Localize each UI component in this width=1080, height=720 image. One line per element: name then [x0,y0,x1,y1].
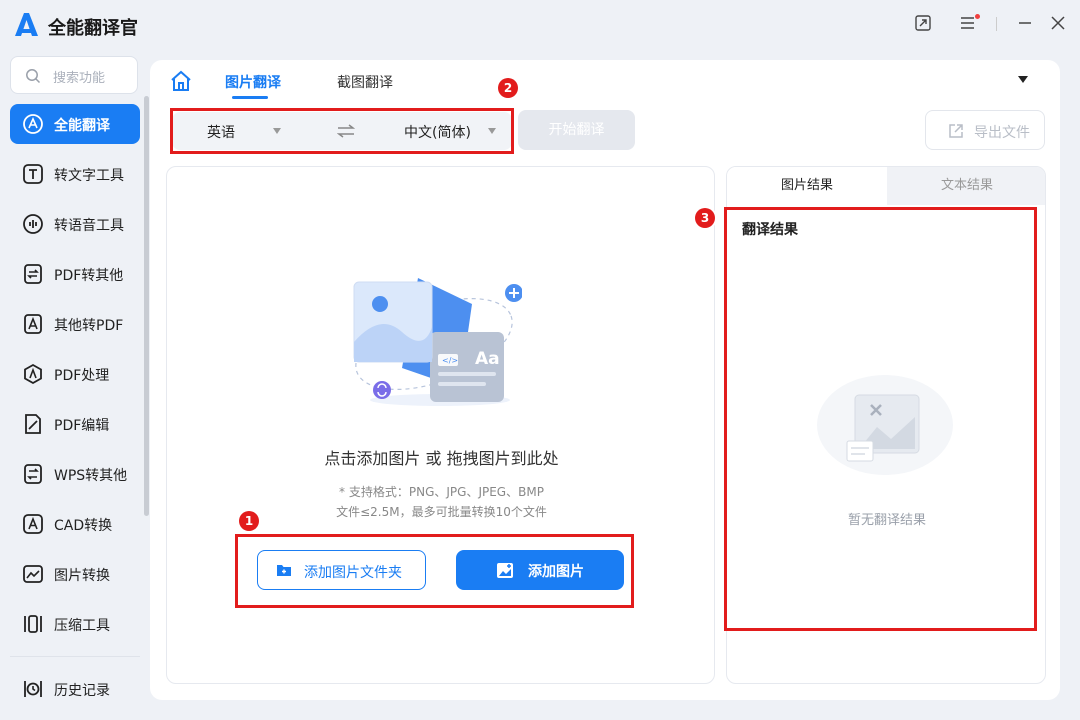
export-label: 导出文件 [974,125,1030,141]
text-icon [23,164,43,184]
sidebar-divider [10,656,140,657]
sidebar-item-pdf-process[interactable]: PDF处理 [10,354,140,394]
sidebar-item-label: 图片转换 [54,568,110,584]
cad-icon [23,514,43,534]
export-icon [949,124,963,138]
title-bar: 全能翻译官 [0,0,1080,52]
close-button[interactable] [1048,14,1068,34]
sidebar-item-label: 转文字工具 [54,168,124,184]
illustration-text: Aa [475,349,500,369]
supported-formats: * 支持格式：PNG、JPG、JPEG、BMP [339,485,544,499]
sidebar-item-other-to-pdf[interactable]: 其他转PDF [10,304,140,344]
tab-image-result[interactable]: 图片结果 [727,167,887,205]
upload-illustration-icon: </> Aa [353,278,522,406]
sidebar-item-translate[interactable]: 全能翻译 [10,104,140,144]
annotation-badge-1: 1 [239,511,259,531]
sidebar-item-pdf-edit[interactable]: PDF编辑 [10,404,140,444]
sidebar-item-cad-convert[interactable]: CAD转换 [10,504,140,544]
upload-hint: 点击添加图片 或 拖拽图片到此处 [324,449,559,468]
export-file-button[interactable]: 导出文件 [925,110,1045,150]
sidebar-item-label: PDF编辑 [54,418,110,434]
active-tab-indicator [232,96,268,99]
home-icon[interactable] [170,70,192,92]
app-logo-icon [15,13,38,36]
translate-icon [23,114,43,134]
tab-image-translate[interactable]: 图片翻译 [225,72,281,92]
search-input[interactable]: 搜索功能 [10,56,138,94]
svg-text:</>: </> [442,356,458,365]
notification-dot [975,14,980,19]
wps-icon [24,464,42,484]
sidebar-item-text-to-speech[interactable]: 转语音工具 [10,204,140,244]
sidebar-item-speech-to-text[interactable]: 转文字工具 [10,154,140,194]
start-translate-button[interactable]: 开始翻译 [518,110,635,150]
sidebar-item-wps-to-other[interactable]: WPS转其他 [10,454,140,494]
annotation-box-3 [724,207,1037,631]
search-icon [26,69,41,84]
sidebar-item-label: CAD转换 [54,518,113,534]
sidebar-item-label: 压缩工具 [54,618,110,634]
sidebar-item-label: 其他转PDF [54,318,124,334]
sidebar-item-pdf-to-other[interactable]: PDF转其他 [10,254,140,294]
sidebar-item-label: PDF转其他 [54,268,124,284]
audio-icon [23,214,43,234]
sidebar-item-label: 全能翻译 [54,118,110,134]
menu-icon[interactable] [958,14,980,34]
sidebar-item-label: PDF处理 [54,368,110,384]
compress-icon [24,615,42,633]
minimize-button[interactable] [1015,14,1035,34]
window-divider [996,17,997,31]
annotation-badge-3: 3 [695,208,715,228]
image-icon [23,565,43,583]
annotation-box-1 [235,534,634,608]
annotation-box-2 [170,108,514,154]
tab-screenshot-translate[interactable]: 截图翻译 [337,72,393,92]
pdf-edit-icon [25,414,41,434]
sidebar-scrollbar[interactable] [144,96,149,516]
pdf-process-icon [24,363,42,385]
history-icon [24,681,42,697]
collapse-arrow-icon[interactable] [1018,76,1028,83]
sidebar: 搜索功能 全能翻译 转文字工具 转语音工具 PDF转其他 其他转PDF PDF处… [0,52,150,720]
app-title: 全能翻译官 [48,18,138,39]
sidebar-item-label: 转语音工具 [54,218,124,234]
sidebar-item-compress[interactable]: 压缩工具 [10,604,140,644]
sidebar-item-label: WPS转其他 [54,468,128,484]
sidebar-item-history[interactable]: 历史记录 [10,669,140,709]
pdf-convert-icon [24,264,42,284]
sidebar-item-label: 历史记录 [54,683,110,699]
to-pdf-icon [24,314,42,334]
sidebar-item-image-convert[interactable]: 图片转换 [10,554,140,594]
annotation-badge-2: 2 [498,78,518,98]
tab-text-result[interactable]: 文本结果 [887,167,1045,205]
pin-window-icon[interactable] [913,14,933,34]
search-placeholder: 搜索功能 [53,71,106,86]
